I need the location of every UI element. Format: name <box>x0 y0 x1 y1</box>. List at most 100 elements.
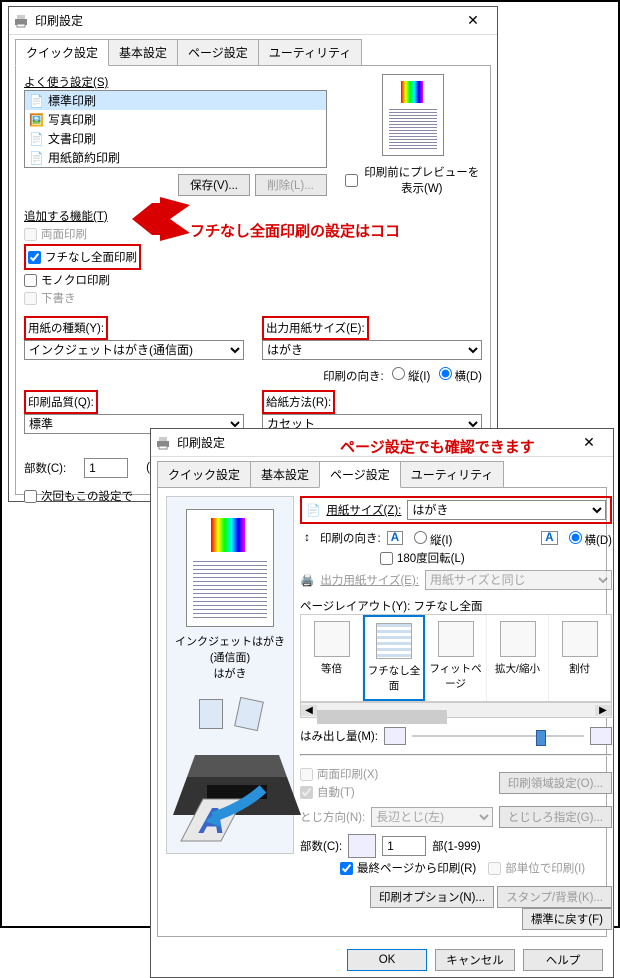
output-size-label-2: 出力用紙サイズ(E): <box>320 572 419 588</box>
overflow-slider[interactable] <box>412 726 584 746</box>
preset-item-standard[interactable]: 📄標準印刷 <box>25 91 326 110</box>
preview-caption-1: インクジェットはがき(通信面) <box>173 633 287 665</box>
reverse-checkbox[interactable] <box>340 862 353 875</box>
page-layout-label: ページレイアウト(Y): <box>300 601 410 613</box>
close-button-2[interactable]: ✕ <box>569 430 609 456</box>
defaults-button[interactable]: 標準に戻す(F) <box>522 908 612 930</box>
thumb-flip-icon <box>234 697 264 731</box>
binding-label: とじ方向(N): <box>300 809 365 825</box>
layout-opt-fit[interactable]: フィットページ <box>425 615 487 701</box>
duplex-checkbox <box>24 228 37 241</box>
tab-basic[interactable]: 基本設定 <box>108 39 178 66</box>
preset-item-document[interactable]: 📄文書印刷 <box>25 129 326 148</box>
cancel-button[interactable]: キャンセル <box>435 949 515 971</box>
preset-item-paper-save[interactable]: 📄用紙節約印刷 <box>25 148 326 167</box>
thumb-single-icon <box>199 699 223 729</box>
orientation-landscape-radio[interactable] <box>439 367 452 380</box>
preview-thumbnail <box>382 74 444 156</box>
tab-body-2: インクジェットはがき(通信面) はがき A <box>157 487 607 937</box>
monochrome-checkbox[interactable] <box>24 274 37 287</box>
portrait-a-icon: A <box>387 531 403 545</box>
paper-type-label: 用紙の種類(Y): <box>28 323 104 335</box>
preset-listbox[interactable]: 📄標準印刷 🖼️写真印刷 📄文書印刷 📄用紙節約印刷 ✉️封筒印刷 <box>24 90 327 168</box>
preview-large <box>186 509 274 627</box>
layout-hscrollbar[interactable]: ◀▶ <box>300 702 612 718</box>
tab-quick-setup[interactable]: クイック設定 <box>15 39 109 66</box>
link-arrow-icon: ↕ <box>300 532 314 544</box>
save-preset-button[interactable]: 保存(V)... <box>178 174 250 196</box>
preview-column: インクジェットはがき(通信面) はがき A <box>166 496 294 930</box>
paper-type-select[interactable]: インクジェットはがき(通信面) <box>24 340 244 360</box>
tab-quick-setup-2[interactable]: クイック設定 <box>157 461 251 488</box>
overflow-label: はみ出し量(M): <box>300 728 378 744</box>
print-settings-window-2: 印刷設定 ✕ クイック設定 基本設定 ページ設定 ユーティリティ インクジェット… <box>150 428 614 978</box>
binding-margin-button: とじしろ指定(G)... <box>499 806 612 828</box>
dialog-buttons: OK キャンセル ヘルプ <box>151 943 613 977</box>
paper-size-select[interactable]: はがき <box>407 500 606 520</box>
output-size-select-2: 用紙サイズと同じ <box>425 570 612 590</box>
copies-label-2: 部数(C): <box>300 838 342 854</box>
copies-input[interactable] <box>84 458 128 478</box>
add-functions-label: 追加する機能(T) <box>24 208 482 224</box>
window-title-2: 印刷設定 <box>177 434 569 451</box>
controls-column: 📄 用紙サイズ(Z): はがき ↕ 印刷の向き: A 縦(I) A 横(D) 1… <box>300 496 612 930</box>
copies-range-2: 部(1-999) <box>432 838 481 854</box>
layout-opt-nup[interactable]: 割付 <box>549 615 611 701</box>
tab-page-setup-2[interactable]: ページ設定 <box>319 461 401 488</box>
preset-item-photo[interactable]: 🖼️写真印刷 <box>25 110 326 129</box>
layout-opt-borderless[interactable]: フチなし全面 <box>363 615 425 701</box>
help-button[interactable]: ヘルプ <box>523 949 603 971</box>
delete-preset-button: 削除(L)... <box>255 174 327 196</box>
close-button[interactable]: ✕ <box>453 8 493 34</box>
tab-basic-2[interactable]: 基本設定 <box>250 461 320 488</box>
printer-icon <box>155 435 171 451</box>
borderless-checkbox[interactable] <box>28 251 41 264</box>
orientation-landscape-radio-2[interactable] <box>569 531 582 544</box>
output-size-label: 出力用紙サイズ(E): <box>266 323 365 335</box>
page-size-icon: 📄 <box>306 503 320 517</box>
page-layout-value: フチなし全面 <box>414 601 483 613</box>
common-settings-label: よく使う設定(S) <box>24 74 327 90</box>
orientation-label: 印刷の向き: <box>323 371 384 383</box>
draft-checkbox <box>24 292 37 305</box>
ok-button[interactable]: OK <box>347 949 427 971</box>
orientation-portrait-radio-2[interactable] <box>414 531 427 544</box>
print-options-button[interactable]: 印刷オプション(N)... <box>370 886 494 908</box>
preview-caption-2: はがき <box>173 665 287 681</box>
layout-options: 等倍 フチなし全面 フィットページ 拡大/縮小 割付 <box>300 614 612 702</box>
output-size-icon: 🖨️ <box>300 573 314 587</box>
titlebar: 印刷設定 ✕ <box>9 7 497 35</box>
output-size-select[interactable]: はがき <box>262 340 482 360</box>
stamp-button: スタンプ/背景(K)... <box>497 886 612 908</box>
preview-panel: インクジェットはがき(通信面) はがき A <box>166 496 294 854</box>
tabs: クイック設定 基本設定 ページ設定 ユーティリティ <box>9 35 497 66</box>
tab-utility[interactable]: ユーティリティ <box>258 39 363 66</box>
slider-max-icon <box>590 727 612 745</box>
printer-3d-icon: A <box>173 737 301 847</box>
binding-select: 長辺とじ(左) <box>371 807 493 827</box>
window-title: 印刷設定 <box>35 12 453 29</box>
tabs-2: クイック設定 基本設定 ページ設定 ユーティリティ <box>151 457 613 488</box>
printer-icon <box>13 13 29 29</box>
orientation-portrait-radio[interactable] <box>392 367 405 380</box>
tab-utility-2[interactable]: ユーティリティ <box>400 461 505 488</box>
layout-opt-normal[interactable]: 等倍 <box>301 615 363 701</box>
copies-stack-icon <box>348 834 376 858</box>
orientation-label-2: 印刷の向き: <box>320 530 381 546</box>
titlebar-2: 印刷設定 ✕ <box>151 429 613 457</box>
tab-page-setup[interactable]: ページ設定 <box>177 39 259 66</box>
auto-checkbox <box>300 786 313 799</box>
copies-input-2[interactable] <box>382 836 426 856</box>
slider-min-icon <box>384 727 406 745</box>
paper-size-label: 用紙サイズ(Z): <box>326 502 401 518</box>
quality-label: 印刷品質(Q): <box>28 397 94 409</box>
preview-before-print-checkbox[interactable] <box>345 174 358 187</box>
layout-opt-scaled[interactable]: 拡大/縮小 <box>487 615 549 701</box>
feed-label: 給紙方法(R): <box>266 397 331 409</box>
preset-item-envelope[interactable]: ✉️封筒印刷 <box>25 167 326 168</box>
duplex-checkbox-2 <box>300 768 313 781</box>
rotate180-checkbox[interactable] <box>380 552 393 565</box>
remember-settings-checkbox[interactable] <box>24 490 37 503</box>
landscape-a-icon: A <box>541 531 557 545</box>
copies-label: 部数(C): <box>24 460 66 476</box>
